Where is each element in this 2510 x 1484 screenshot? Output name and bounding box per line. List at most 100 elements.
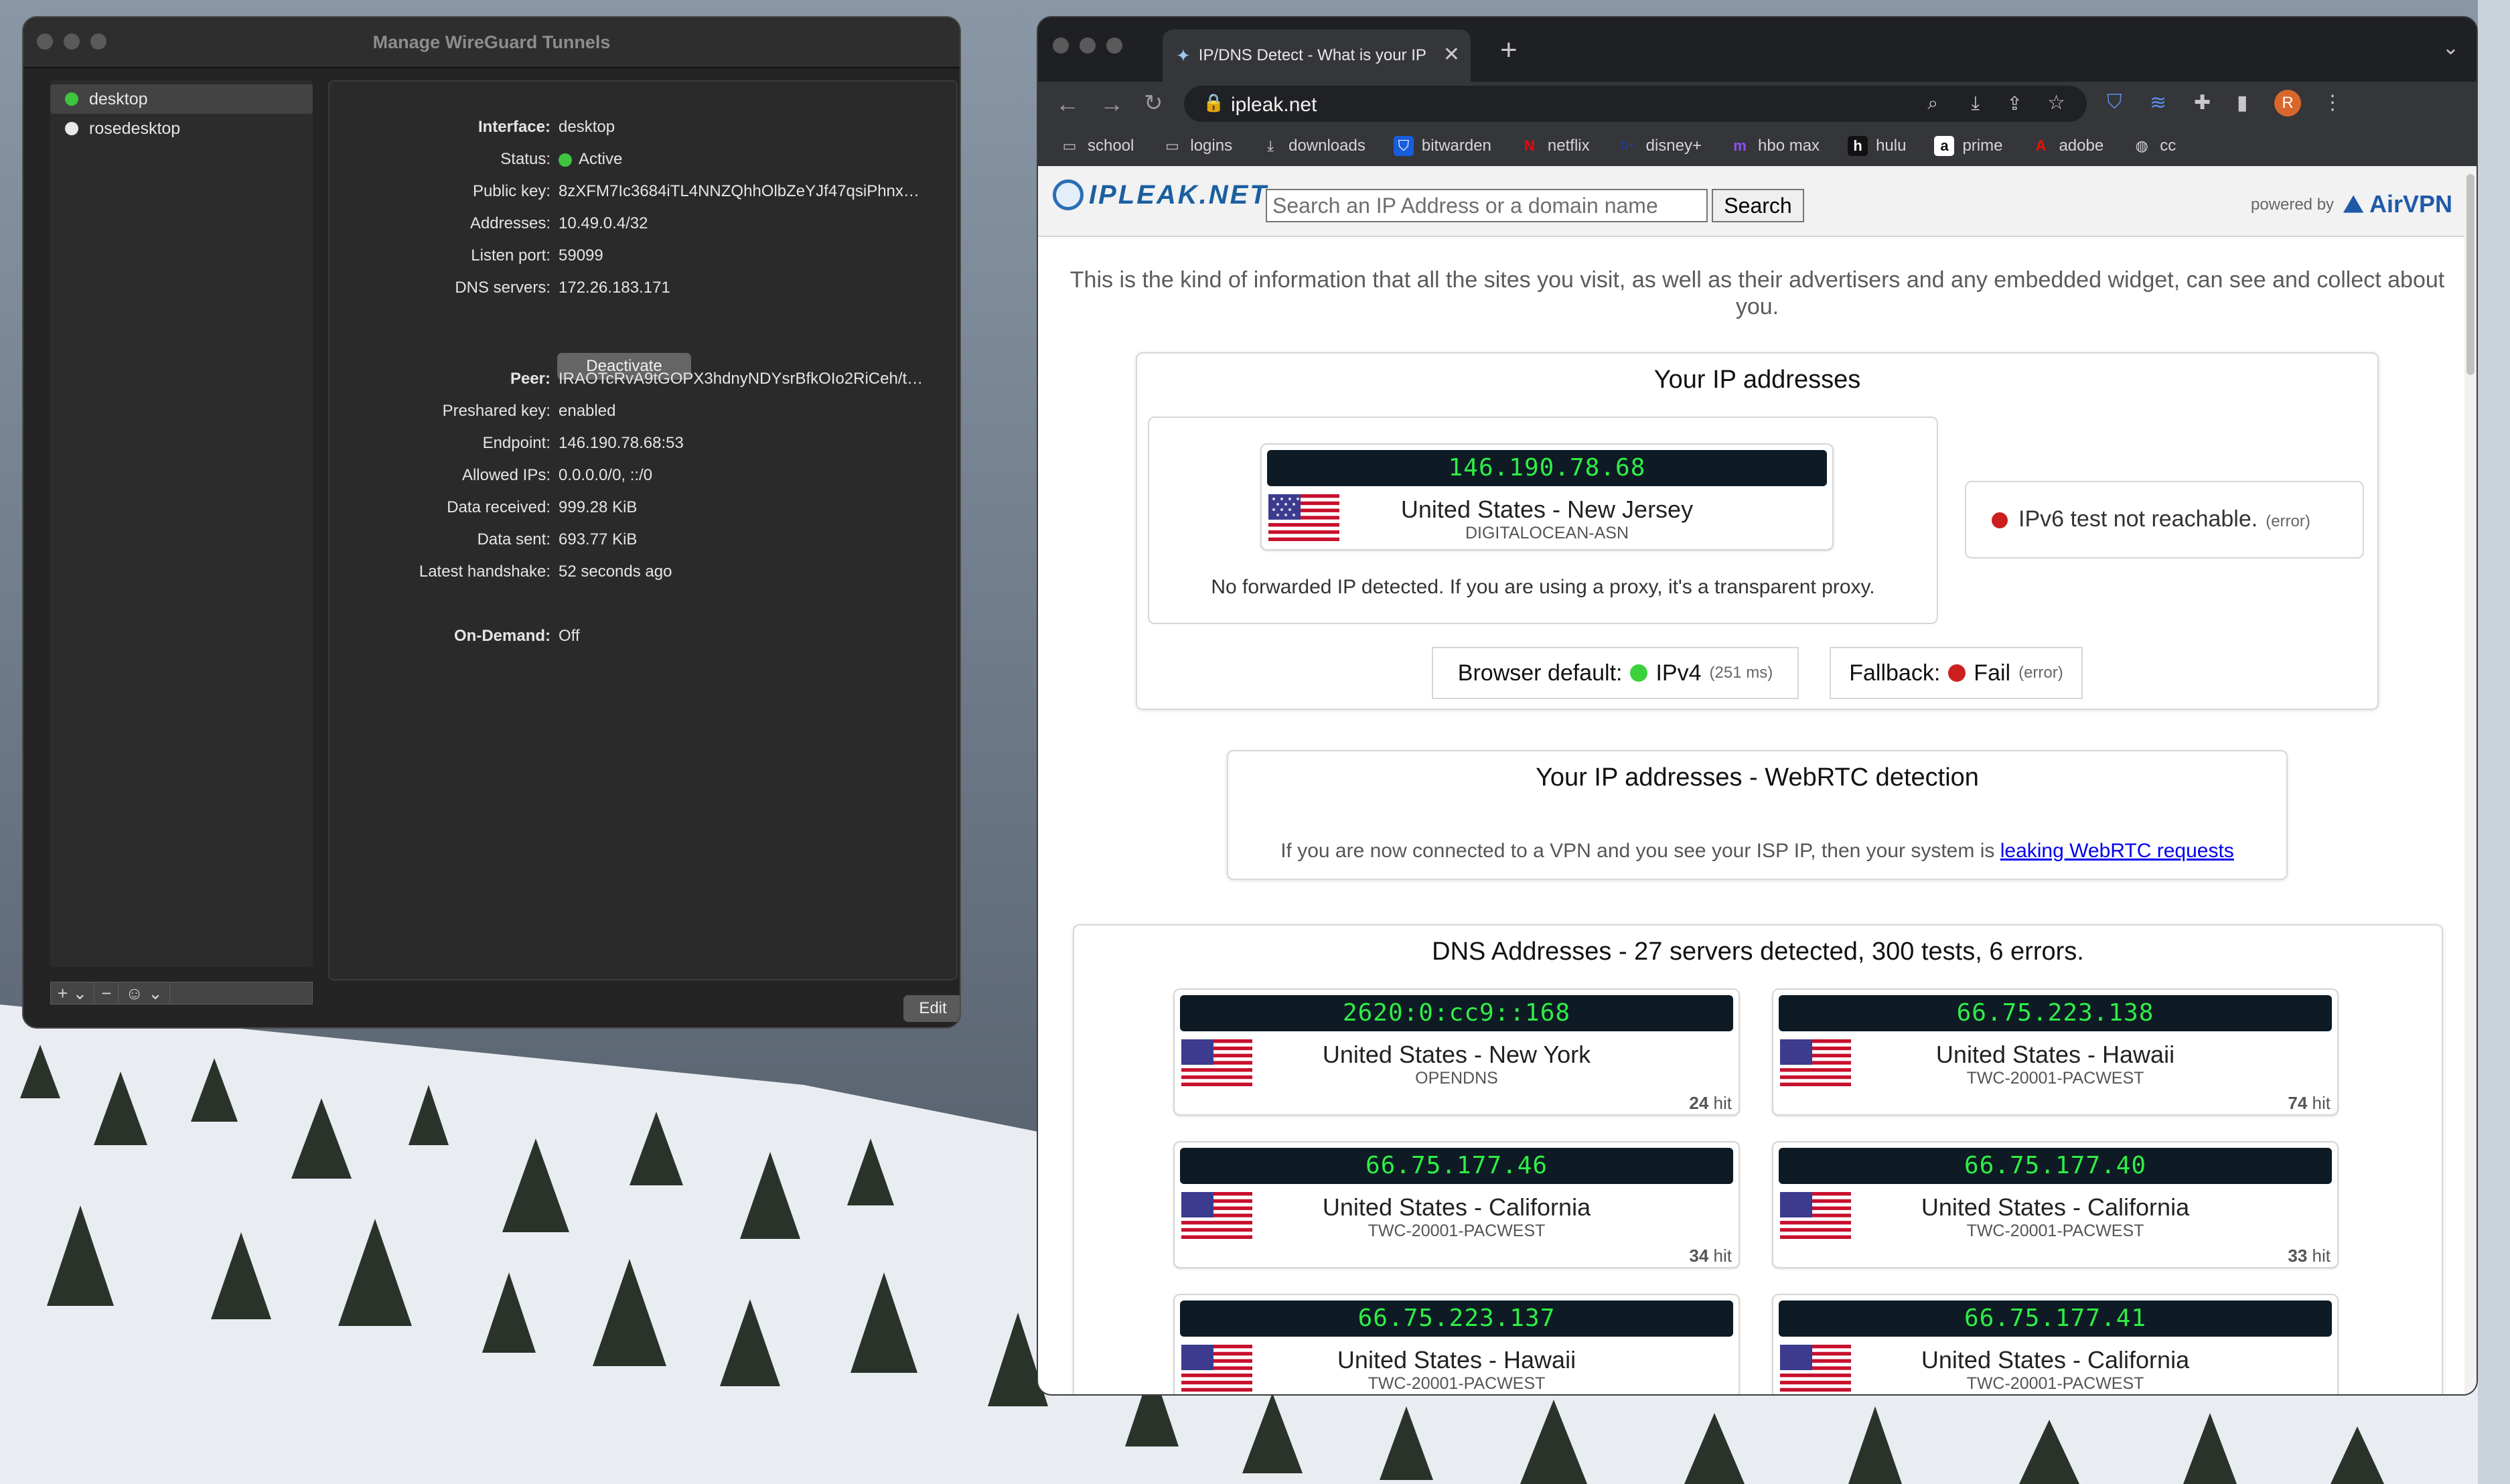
page-scrollbar[interactable] [2464,166,2477,1394]
dns-server-box: 66.75.177.40 United States - California … [1772,1141,2339,1268]
dns-servers-row: DNS servers: 172.26.183.171 [329,272,959,301]
menu-kebab-icon[interactable]: ⋮ [2322,91,2343,115]
ipv6-panel: IPv6 test not reachable. (error) [1965,481,2364,559]
search-button[interactable]: Search [1712,189,1804,222]
bookmark-label: cc [2160,137,2176,155]
dns-organization: TWC-20001-PACWEST [1966,1069,2144,1088]
field-label: Addresses: [469,214,550,232]
zoom-icon[interactable] [1106,38,1122,54]
web-page: IPLEAK.NET Search an IP Address or a dom… [1038,166,2477,1394]
dns-server-box: 66.75.223.138 United States - Hawaii TWC… [1772,988,2339,1116]
bookmark-label: downloads [1288,137,1365,155]
bookmark-hulu[interactable]: h hulu [1848,136,1906,156]
scrollbar-thumb[interactable] [2466,174,2475,375]
ipleak-logo[interactable]: IPLEAK.NET [1053,179,1268,210]
more-actions-button[interactable]: ☺ ⌄ [119,982,170,1004]
bookmark-label: adobe [2059,137,2104,155]
bookmark-hbo-max[interactable]: m hbo max [1730,136,1820,156]
bookmark-disney[interactable]: D+ disney+ [1618,136,1702,156]
bookmark-school[interactable]: ▭ school [1059,136,1134,156]
close-tab-icon[interactable]: ✕ [1443,43,1460,66]
bookmark-netflix[interactable]: Nnetflix [1520,136,1590,156]
bookmark-label: hbo max [1758,137,1820,155]
dns-hits: 24 hit [1689,1093,1732,1114]
dns-ip-display[interactable]: 66.75.223.138 [1779,995,2332,1031]
status-row: Status: Active [329,143,959,173]
reload-icon[interactable]: ↻ [1144,90,1163,117]
dns-server-box: 66.75.177.46 United States - California … [1173,1141,1740,1268]
status-dot-icon [65,92,78,106]
url-text[interactable]: ipleak.net [1231,94,1317,117]
bookmark-adobe[interactable]: Aadobe [2031,136,2104,156]
field-value: 693.77 KiB [559,530,638,548]
hit-count: 74 [2288,1093,2308,1113]
field-value: 172.26.183.171 [559,279,670,297]
install-icon[interactable]: ⤓ [1972,92,1980,115]
share-icon[interactable]: ⇪ [2007,92,2022,115]
bookmark-downloads[interactable]: ⤓ downloads [1260,136,1365,156]
browser-default-latency: (251 ms) [1709,664,1773,682]
tunnel-item-rosedesktop[interactable]: rosedesktop [50,114,313,143]
magnifier-logo-icon [1053,179,1084,210]
ip-inner-panel: 146.190.78.68 United States - New Jersey… [1148,417,1938,624]
ip-search-input[interactable]: Search an IP Address or a domain name [1266,189,1708,222]
minimize-icon[interactable] [1080,38,1096,54]
new-tab-button[interactable]: + [1500,33,1518,67]
field-label: Peer: [510,370,550,388]
close-icon[interactable] [1053,38,1069,54]
bookmark-prime[interactable]: a prime [1934,136,2002,156]
webrtc-text: If you are now connected to a VPN and yo… [1228,840,2286,863]
on-demand-row: On-Demand: Off [329,620,959,650]
tab-ipleak[interactable]: ✦ IP/DNS Detect - What is your IP ✕ [1163,29,1471,82]
bookmark-star-icon[interactable]: ☆ [2047,91,2065,115]
side-panel-icon[interactable]: ▮ [2237,91,2248,115]
addresses-row: Addresses: 10.49.0.4/32 [329,208,959,237]
amazon-icon: a [1934,136,1955,156]
bookmark-cc[interactable]: ◍ cc [2132,136,2176,156]
dns-ip-display[interactable]: 66.75.177.46 [1180,1148,1733,1184]
dns-location: United States - Hawaii [1337,1346,1576,1374]
dns-hits: 34 hit [1689,1246,1732,1266]
back-arrow-icon[interactable]: ← [1055,90,1080,118]
bookmark-logins[interactable]: ▭ logins [1162,136,1232,156]
dns-location: United States - California [1322,1193,1591,1221]
wireguard-window: Manage WireGuard Tunnels desktop rosedes… [22,16,961,1029]
globe-icon: ◍ [2135,137,2148,154]
browser-default-label: Browser default: [1457,660,1623,686]
address-bar[interactable]: 🔒 ipleak.net ⌕ ⤓ ⇪ ☆ [1184,86,2087,122]
bitwarden-extension-icon[interactable]: ⛉ [2107,91,2122,114]
ipv6-status: IPv6 test not reachable. (error) [1992,506,2310,532]
search-icon[interactable]: ⌕ [1927,92,1938,115]
tunnel-detail-panel: Interface: desktop Status: Active Public k… [328,80,958,980]
dns-server-box: 66.75.223.137 United States - Hawaii TWC… [1173,1294,1740,1394]
dns-ip-display[interactable]: 2620:0:cc9::168 [1180,995,1733,1031]
ip-address-display[interactable]: 146.190.78.68 [1267,450,1827,486]
remove-tunnel-button[interactable]: − [94,982,119,1004]
ip-result-box: 146.190.78.68 United States - New Jersey… [1260,443,1834,550]
traffic-lights[interactable] [1053,38,1122,54]
folder-icon: ▭ [1165,137,1179,154]
edit-button[interactable]: Edit [903,995,960,1022]
extensions-puzzle-icon[interactable]: ✚ [2194,91,2211,115]
hit-count: 34 [1689,1246,1709,1266]
dns-ip-display[interactable]: 66.75.177.40 [1779,1148,2332,1184]
bookmark-bitwarden[interactable]: ⛉ bitwarden [1393,136,1491,156]
dns-ip-display[interactable]: 66.75.177.41 [1779,1301,2332,1337]
extension-wave-icon[interactable]: ≋ [2150,91,2166,115]
webrtc-leak-link[interactable]: leaking WebRTC requests [2000,840,2234,862]
tunnel-item-desktop[interactable]: desktop [50,84,313,114]
status-dot-icon [65,122,78,135]
fallback-value: Fail [1974,660,2011,686]
add-tunnel-button[interactable]: + ⌄ [51,982,95,1004]
field-value: 10.49.0.4/32 [559,214,648,232]
forward-arrow-icon[interactable]: → [1100,90,1124,118]
profile-avatar[interactable]: R [2274,90,2301,117]
powered-by[interactable]: powered by ⛰ AirVPN [2251,190,2452,219]
dns-organization: TWC-20001-PACWEST [1966,1221,2144,1240]
tab-search-chevron-icon[interactable]: ⌄ [2442,36,2459,60]
allowed-ips-row: Allowed IPs: 0.0.0.0/0, ::/0 [329,459,959,489]
field-label: Endpoint: [482,434,550,452]
field-label: Latest handshake: [419,563,550,581]
dns-ip-display[interactable]: 66.75.223.137 [1180,1301,1733,1337]
latest-handshake-row: Latest handshake: 52 seconds ago [329,556,959,585]
